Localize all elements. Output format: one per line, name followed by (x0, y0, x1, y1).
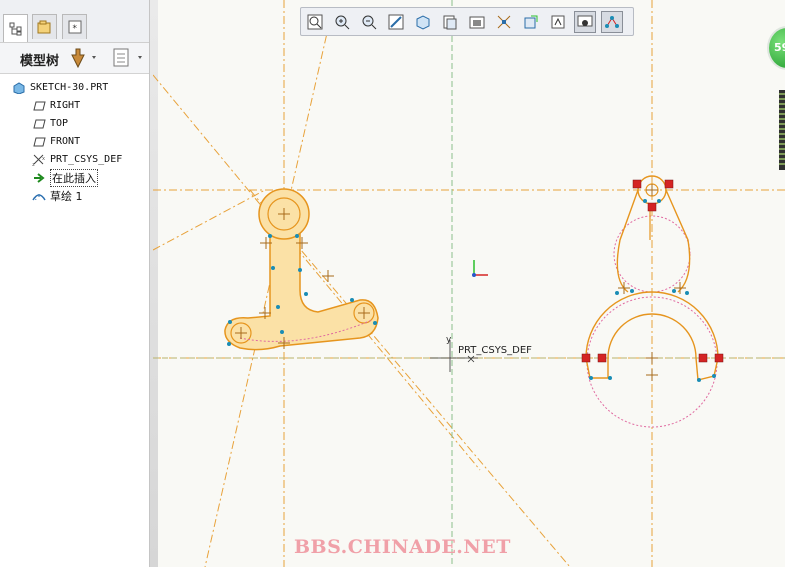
svg-text:*: * (72, 24, 77, 34)
csys-axis-label: y (446, 335, 452, 345)
view-orient-button[interactable] (412, 11, 434, 33)
show-tree-filters-icon[interactable] (112, 47, 148, 69)
datum-plane-icon (32, 100, 46, 112)
tree-node-insert-here[interactable]: 在此插入 (32, 168, 98, 187)
graphics-toolbar (300, 7, 634, 36)
tree-node-label: SKETCH-30.PRT (30, 82, 109, 93)
saved-views-icon (443, 15, 457, 29)
constraint-marker (581, 353, 591, 363)
csys-icon: zx (32, 154, 46, 166)
tree-node-label: FRONT (50, 136, 81, 147)
tab-model-tree[interactable] (3, 14, 28, 42)
view-manager-icon (469, 16, 485, 28)
display-vertices-button[interactable] (601, 10, 623, 33)
tree-node-label: 在此插入 (50, 168, 98, 187)
spin-center-icon (524, 15, 538, 28)
repaint-button[interactable] (385, 11, 407, 33)
repaint-icon (388, 14, 404, 29)
tab-folder-browser[interactable] (32, 14, 57, 39)
tree-node-label: 草绘 1 (50, 189, 83, 203)
constraint-markers (581, 179, 724, 363)
centerlines (153, 0, 785, 567)
watermark: BBS.CHINADE.NET (294, 536, 511, 558)
graphics-canvas[interactable]: y (153, 0, 785, 567)
datum-display-icon (497, 15, 511, 28)
sketch-orient-button[interactable] (547, 11, 569, 33)
tree-node-sketch[interactable]: 草绘 1 (32, 187, 83, 204)
view-manager-button[interactable] (466, 11, 488, 33)
tree-title: 模型树 (20, 54, 60, 69)
tree-node-top[interactable]: TOP (32, 115, 68, 132)
zoom-out-icon (362, 15, 377, 29)
tree-node-csys[interactable]: zx PRT_CSYS_DEF (32, 151, 122, 168)
refit-icon (307, 14, 323, 29)
centerline-diagonal-2 (204, 19, 331, 567)
centerline-diagonal-4 (153, 189, 266, 251)
right-rail-meter (779, 90, 785, 170)
display-constraints-button[interactable] (574, 10, 596, 33)
model-tree-panel: * 模型树 SKETCH-30.PRT RIGHT TOP FRONT zx P… (0, 0, 154, 567)
csys-label: PRT_CSYS_DEF (458, 345, 532, 356)
constraint-marker (647, 202, 657, 212)
tree-header: 模型树 (0, 43, 152, 74)
constraint-marker (597, 353, 607, 363)
tree-node-label: RIGHT (50, 100, 81, 111)
svg-text:z: z (32, 162, 35, 166)
favorites-icon: * (68, 20, 81, 34)
datum-display-button[interactable] (493, 11, 515, 33)
datum-plane-icon (32, 136, 46, 148)
part-icon (12, 81, 26, 94)
constraint-marker (632, 179, 642, 189)
tree-node-part[interactable]: SKETCH-30.PRT (12, 79, 108, 96)
zoom-in-icon (335, 15, 350, 29)
folder-icon (37, 20, 50, 34)
panel-tab-strip: * (0, 0, 153, 43)
sketch-orient-icon (551, 15, 565, 28)
tree-node-right[interactable]: RIGHT (32, 97, 80, 114)
view-orient-icon (416, 14, 430, 30)
tree-node-label: PRT_CSYS_DEF (50, 154, 123, 165)
axis-triad (472, 260, 488, 277)
saved-views-button[interactable] (439, 11, 461, 33)
model-tree-icon (9, 22, 21, 35)
constraint-marker (698, 353, 708, 363)
insert-here-arrow-icon (32, 172, 46, 184)
centerline-diagonal-1 (153, 74, 481, 471)
zoom-in-button[interactable] (331, 11, 353, 33)
svg-text:x: x (42, 156, 45, 162)
constraint-marker (714, 353, 724, 363)
display-vertices-icon (605, 15, 619, 28)
datum-planes (153, 0, 785, 567)
settings-wrench-icon[interactable] (70, 47, 100, 69)
display-constraints-icon (577, 15, 593, 26)
sketch-icon (32, 190, 46, 202)
zoom-out-button[interactable] (358, 11, 380, 33)
tab-favorites[interactable]: * (62, 14, 87, 39)
spin-center-button[interactable] (520, 11, 542, 33)
constraint-marker (664, 179, 674, 189)
tree-node-front[interactable]: FRONT (32, 133, 80, 150)
tree-node-label: TOP (50, 118, 69, 129)
refit-button[interactable] (304, 11, 326, 33)
datum-plane-icon (32, 118, 46, 130)
hook-body[interactable] (224, 227, 379, 351)
